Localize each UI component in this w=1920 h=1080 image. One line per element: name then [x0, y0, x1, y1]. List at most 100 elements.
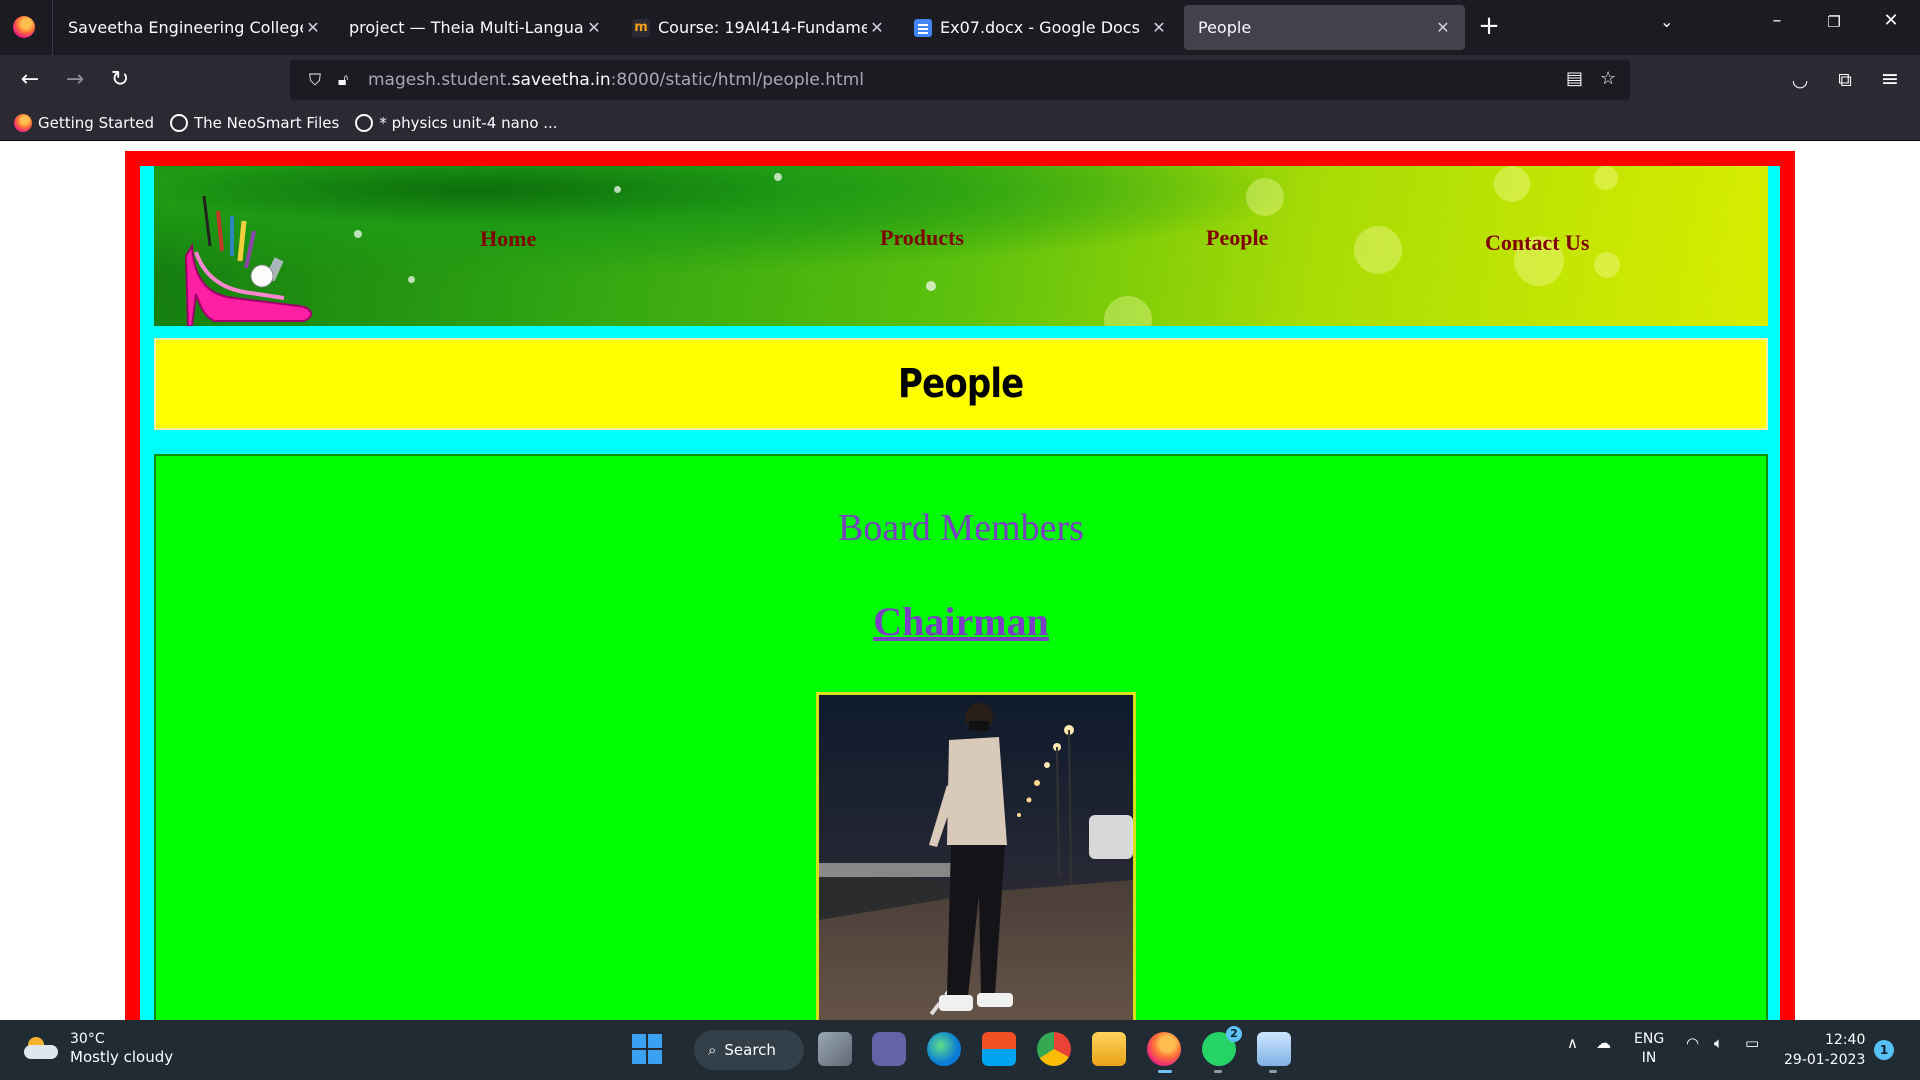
content-box: Board Members Chairman	[154, 454, 1768, 1020]
bokeh-light	[614, 186, 621, 193]
firefox-taskbar-icon[interactable]	[1147, 1032, 1181, 1066]
firefox-menu-icon[interactable]	[13, 16, 35, 38]
nav-link-contact[interactable]: Contact Us	[1485, 230, 1590, 256]
weather-description: Mostly cloudy	[70, 1048, 174, 1066]
partly-cloudy-icon	[24, 1037, 58, 1059]
microsoft-store-icon[interactable]	[982, 1032, 1016, 1066]
bookmark-neosmart[interactable]: The NeoSmart Files	[169, 113, 340, 132]
url-prefix: magesh.student.	[368, 70, 512, 90]
bokeh-light	[354, 230, 362, 238]
bookmark-label: * physics unit-4 nano ...	[379, 113, 558, 132]
chairman-photo	[816, 692, 1136, 1020]
teams-chat-icon[interactable]	[872, 1032, 906, 1066]
back-arrow-icon[interactable]: ←	[15, 65, 45, 95]
url-domain: saveetha.in	[511, 70, 611, 90]
chrome-browser-icon[interactable]	[1037, 1032, 1071, 1066]
weather-widget[interactable]: 30°C Mostly cloudy	[24, 1030, 173, 1066]
notepad-app-icon[interactable]	[1257, 1032, 1291, 1066]
taskbar-search-label: Search	[724, 1041, 776, 1059]
battery-icon[interactable]: ▭	[1745, 1034, 1759, 1052]
language-code: ENG	[1634, 1031, 1665, 1047]
minimize-window-icon[interactable]: –	[1762, 10, 1792, 31]
reader-view-icon[interactable]: ▤	[1566, 68, 1583, 89]
bokeh-light	[408, 276, 415, 283]
show-hidden-icons-chevron-icon[interactable]: ∧	[1567, 1034, 1578, 1052]
section-heading: Board Members	[838, 507, 1084, 549]
taskbar-search-button[interactable]: ⌕ Search	[694, 1030, 804, 1070]
edge-browser-icon[interactable]	[927, 1032, 961, 1066]
url-text[interactable]: magesh.student.saveetha.in:8000/static/h…	[368, 70, 864, 90]
bokeh-light	[1104, 296, 1152, 326]
nav-link-products[interactable]: Products	[880, 225, 964, 251]
new-tab-button[interactable]: +	[1474, 12, 1504, 42]
tab-theia[interactable]: project — Theia Multi-Language Ex ✕	[335, 5, 616, 50]
url-path: :8000/static/html/people.html	[610, 70, 864, 90]
extensions-puzzle-icon[interactable]: ⧉	[1830, 65, 1860, 95]
bookmark-getting-started[interactable]: Getting Started	[14, 113, 154, 132]
reload-icon[interactable]: ↻	[105, 65, 135, 95]
system-clock[interactable]: 12:40 29-01-2023	[1784, 1030, 1865, 1070]
close-tab-icon[interactable]: ✕	[303, 18, 323, 37]
windows-taskbar: 30°C Mostly cloudy ⌕ Search 2 ∧ ☁ ENG IN…	[0, 1020, 1920, 1080]
list-all-tabs-chevron-icon[interactable]: ⌄	[1660, 12, 1673, 31]
whatsapp-icon[interactable]: 2	[1202, 1026, 1242, 1066]
hamburger-menu-icon[interactable]: ≡	[1875, 65, 1905, 95]
search-icon: ⌕	[708, 1041, 717, 1059]
pocket-icon[interactable]: ◡	[1785, 65, 1815, 95]
bokeh-light	[1354, 226, 1402, 274]
web-page-viewport[interactable]: Home Products People Contact Us People B…	[0, 141, 1920, 1020]
insecure-lock-icon[interactable]: 🔓︎	[332, 70, 354, 90]
header-banner: Home Products People Contact Us	[154, 166, 1768, 326]
windows-start-icon[interactable]	[630, 1032, 664, 1066]
browser-tab-bar: Saveetha Engineering College ✕ project —…	[0, 0, 1920, 55]
bokeh-light	[1594, 252, 1620, 278]
bookmark-physics[interactable]: * physics unit-4 nano ...	[355, 113, 558, 132]
tracking-shield-icon[interactable]: ⛉	[304, 70, 326, 90]
close-tab-icon[interactable]: ✕	[1149, 18, 1169, 37]
close-tab-icon[interactable]: ✕	[584, 18, 604, 37]
notification-count-badge[interactable]: 1	[1874, 1040, 1894, 1060]
bookmark-label: The NeoSmart Files	[193, 113, 340, 132]
tab-saveetha[interactable]: Saveetha Engineering College ✕	[54, 5, 335, 50]
nav-link-people[interactable]: People	[1206, 225, 1268, 251]
bookmark-star-icon[interactable]: ☆	[1600, 68, 1616, 89]
forward-arrow-icon[interactable]: →	[60, 65, 90, 95]
whatsapp-unread-badge: 2	[1226, 1026, 1242, 1042]
bokeh-light	[1246, 178, 1284, 216]
language-indicator[interactable]: ENG IN	[1634, 1030, 1664, 1068]
nav-link-home[interactable]: Home	[480, 226, 536, 252]
bokeh-light	[1594, 166, 1618, 190]
restore-window-icon[interactable]: ❐	[1819, 13, 1849, 31]
tab-title: project — Theia Multi-Language Ex	[349, 18, 584, 37]
bookmarks-toolbar: Getting Started The NeoSmart Files * phy…	[0, 105, 1920, 141]
file-explorer-icon[interactable]	[1092, 1032, 1126, 1066]
page-title-bar: People	[154, 338, 1768, 430]
region-code: IN	[1641, 1050, 1657, 1066]
task-view-icon[interactable]	[818, 1032, 852, 1066]
tab-people-active[interactable]: People ✕	[1184, 5, 1465, 50]
bokeh-light	[1494, 166, 1530, 202]
tab-separator	[52, 0, 53, 55]
close-tab-icon[interactable]: ✕	[1433, 18, 1453, 37]
page-title: People	[898, 361, 1024, 407]
globe-icon	[355, 113, 374, 132]
tab-title: Ex07.docx - Google Docs	[940, 18, 1140, 37]
high-heel-shoe-logo-icon	[184, 195, 313, 326]
close-window-icon[interactable]: ✕	[1876, 10, 1906, 31]
url-bar[interactable]: ⛉ 🔓︎ magesh.student.saveetha.in:8000/sta…	[290, 60, 1630, 100]
tab-google-docs[interactable]: Ex07.docx - Google Docs ✕	[900, 5, 1181, 50]
muted-speaker-icon[interactable]: 🔈︎	[1714, 1034, 1723, 1052]
globe-icon	[169, 113, 188, 132]
firefox-icon	[14, 113, 32, 132]
clock-time: 12:40	[1825, 1032, 1866, 1048]
wifi-icon[interactable]: ◠	[1686, 1034, 1699, 1052]
tab-course[interactable]: m Course: 19AI414-Fundamentals ✕	[618, 5, 899, 50]
running-indicator	[1269, 1070, 1277, 1073]
tab-title: Saveetha Engineering College	[68, 18, 303, 37]
chairman-photo-image	[819, 695, 1133, 1020]
tab-title: People	[1198, 18, 1252, 37]
bokeh-light	[774, 173, 782, 181]
onedrive-cloud-icon[interactable]: ☁	[1596, 1034, 1611, 1052]
close-tab-icon[interactable]: ✕	[867, 18, 887, 37]
bookmark-label: Getting Started	[38, 113, 154, 132]
